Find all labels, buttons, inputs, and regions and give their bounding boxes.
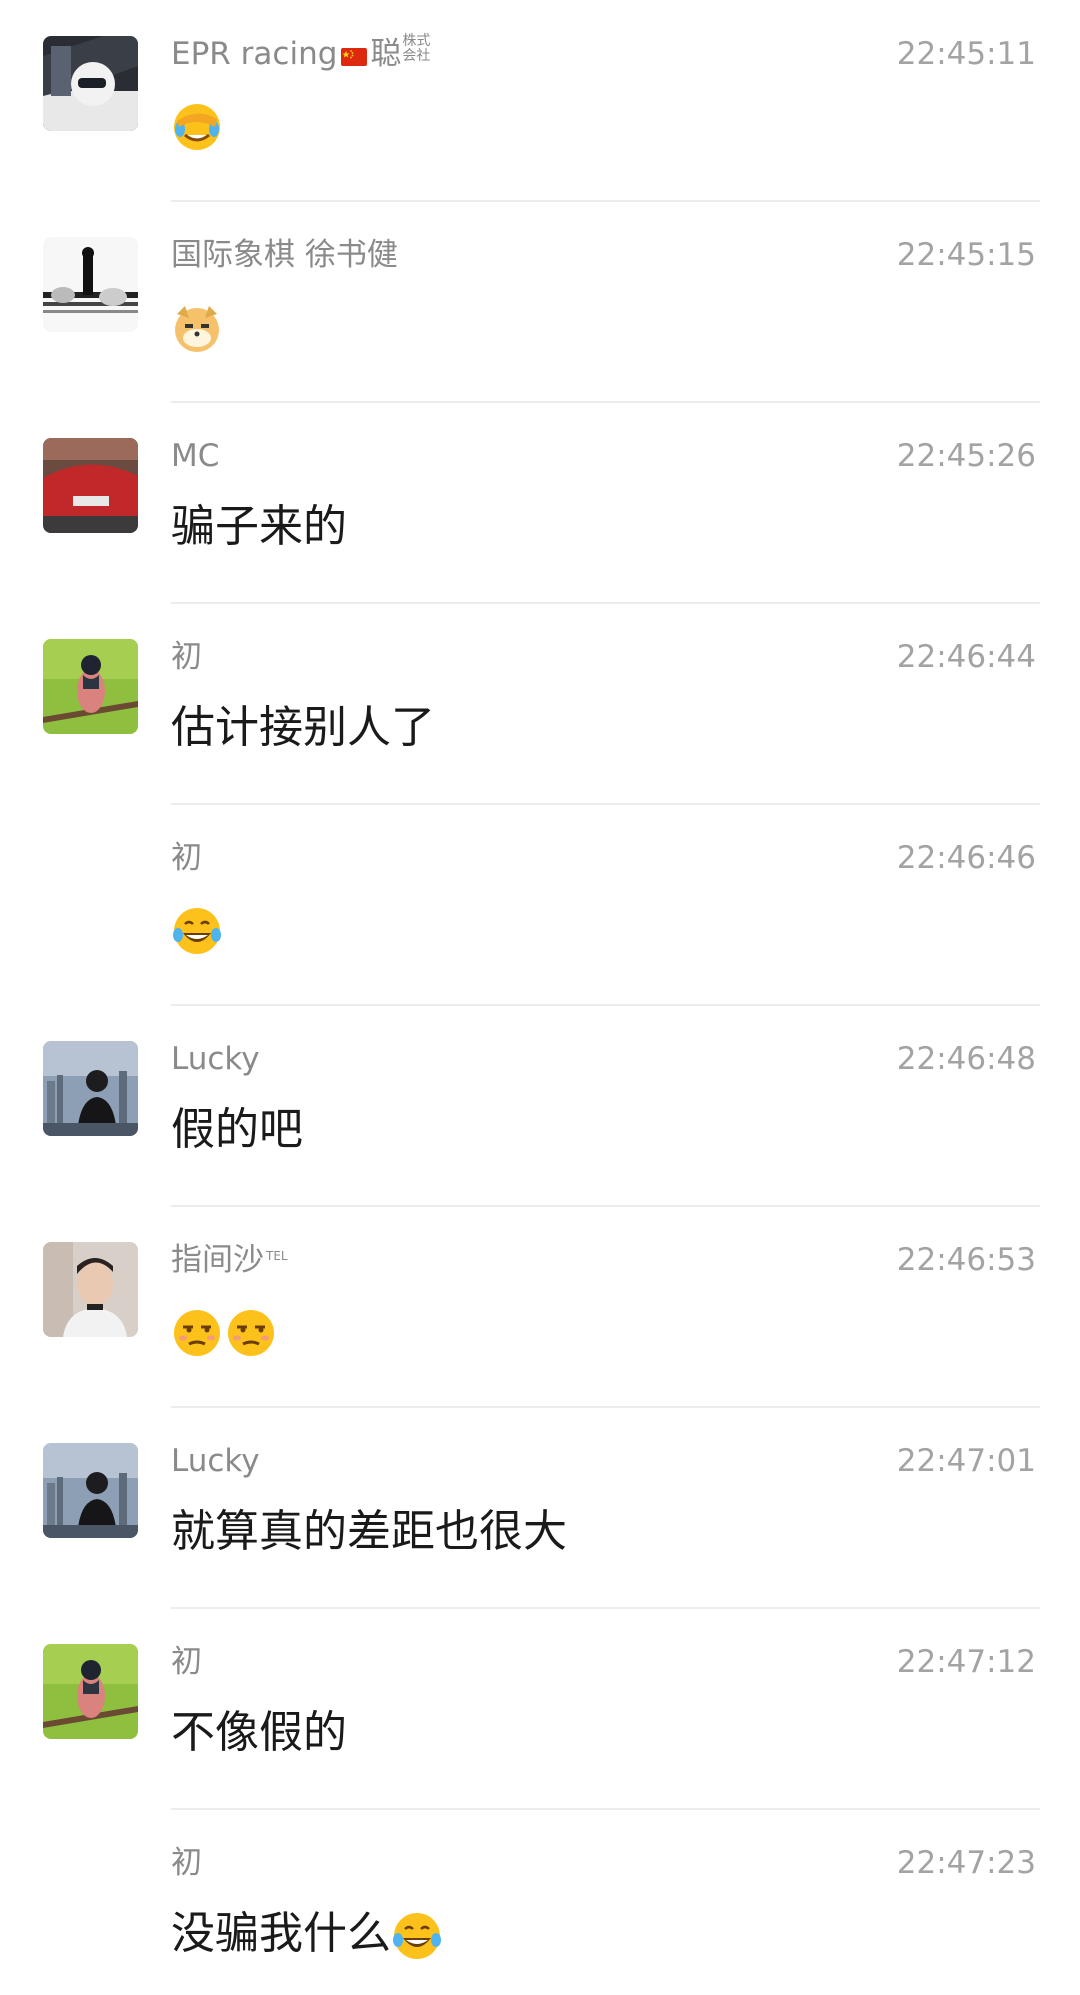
message-item[interactable]: 初 22:46:44 估计接别人了 (0, 603, 1080, 805)
message-item[interactable]: 初 22:47:12 不像假的 (0, 1608, 1080, 1810)
chat-message-list[interactable]: EPR racing 聪株式会社 22:45:11 国际象棋 徐书健 22:45… (0, 0, 1080, 1995)
message-text: 估计接别人了 (171, 702, 435, 753)
message-item[interactable]: 初 22:46:46 (0, 804, 1080, 1006)
message-content[interactable] (171, 1301, 279, 1361)
unamused-emoji-icon (225, 1307, 277, 1359)
message-content[interactable]: 就算真的差距也很大 (171, 1502, 567, 1562)
message-text: 骗子来的 (171, 501, 347, 552)
avatar-bird[interactable] (43, 1644, 138, 1739)
message-content[interactable] (171, 95, 225, 155)
message-content[interactable]: 不像假的 (171, 1703, 347, 1763)
sender-name: 初 (171, 1845, 202, 1881)
message-item[interactable]: 指间沙 TEL 22:46:53 (0, 1206, 1080, 1408)
sender-name: 初 (171, 1644, 202, 1680)
sender-name: 初 (171, 639, 202, 675)
tears-of-joy-emoji-icon (391, 1910, 443, 1962)
message-text: 就算真的差距也很大 (171, 1506, 567, 1557)
message-text: 假的吧 (171, 1104, 303, 1155)
message-time: 22:46:53 (896, 1242, 1036, 1278)
avatar-bird[interactable] (43, 639, 138, 734)
sender-name-suffix: 聪 (370, 36, 402, 72)
sender-name-text: EPR racing (171, 36, 338, 72)
sender-name: Lucky (171, 1443, 260, 1479)
message-content[interactable] (171, 899, 225, 959)
message-time: 22:46:46 (896, 840, 1036, 876)
message-text: 没骗我什么 (171, 1908, 391, 1959)
sender-name: 指间沙 TEL (171, 1240, 288, 1280)
message-item[interactable]: Lucky 22:46:48 假的吧 (0, 1005, 1080, 1207)
message-item[interactable]: EPR racing 聪株式会社 22:45:11 (0, 0, 1080, 202)
message-content[interactable] (171, 296, 225, 356)
message-time: 22:45:11 (896, 36, 1036, 72)
message-text: 不像假的 (171, 1707, 347, 1758)
avatar-city-man[interactable] (43, 1443, 138, 1538)
facepalm-laugh-emoji-icon (171, 101, 223, 153)
message-item[interactable]: 初 22:47:23 没骗我什么 (0, 1809, 1080, 1995)
message-item[interactable]: 国际象棋 徐书健 22:45:15 (0, 201, 1080, 403)
sender-name: MC (171, 438, 220, 474)
message-time: 22:45:26 (896, 438, 1036, 474)
avatar-city-man[interactable] (43, 1041, 138, 1136)
sender-name-text: 指间沙 (171, 1242, 264, 1278)
sender-name: 初 (171, 840, 202, 876)
message-item[interactable]: Lucky 22:47:01 就算真的差距也很大 (0, 1407, 1080, 1609)
message-content[interactable]: 没骗我什么 (171, 1904, 445, 1964)
sender-name-small-suffix: 株式会社 (402, 34, 432, 64)
message-content[interactable]: 骗子来的 (171, 497, 347, 557)
sender-name-superscript: TEL (266, 1249, 288, 1263)
sender-small-suffix-text: 株式会社 (402, 33, 431, 64)
message-content[interactable]: 假的吧 (171, 1100, 303, 1160)
avatar-red-car[interactable] (43, 438, 138, 533)
doge-emoji-icon (171, 302, 223, 354)
sender-name: EPR racing 聪株式会社 (171, 34, 432, 76)
tears-of-joy-emoji-icon (171, 905, 223, 957)
message-content[interactable]: 估计接别人了 (171, 698, 435, 758)
unamused-emoji-icon (171, 1307, 223, 1359)
message-time: 22:46:48 (896, 1041, 1036, 1077)
avatar-young-man[interactable] (43, 1242, 138, 1337)
message-time: 22:47:12 (896, 1644, 1036, 1680)
china-flag-icon (341, 36, 368, 76)
avatar-racing-driver[interactable] (43, 36, 138, 131)
sender-name: Lucky (171, 1041, 260, 1077)
message-time: 22:47:23 (896, 1845, 1036, 1881)
message-time: 22:46:44 (896, 639, 1036, 675)
sender-name: 国际象棋 徐书健 (171, 237, 398, 273)
message-time: 22:47:01 (896, 1443, 1036, 1479)
message-item[interactable]: MC 22:45:26 骗子来的 (0, 402, 1080, 604)
avatar-chess[interactable] (43, 237, 138, 332)
message-time: 22:45:15 (896, 237, 1036, 273)
